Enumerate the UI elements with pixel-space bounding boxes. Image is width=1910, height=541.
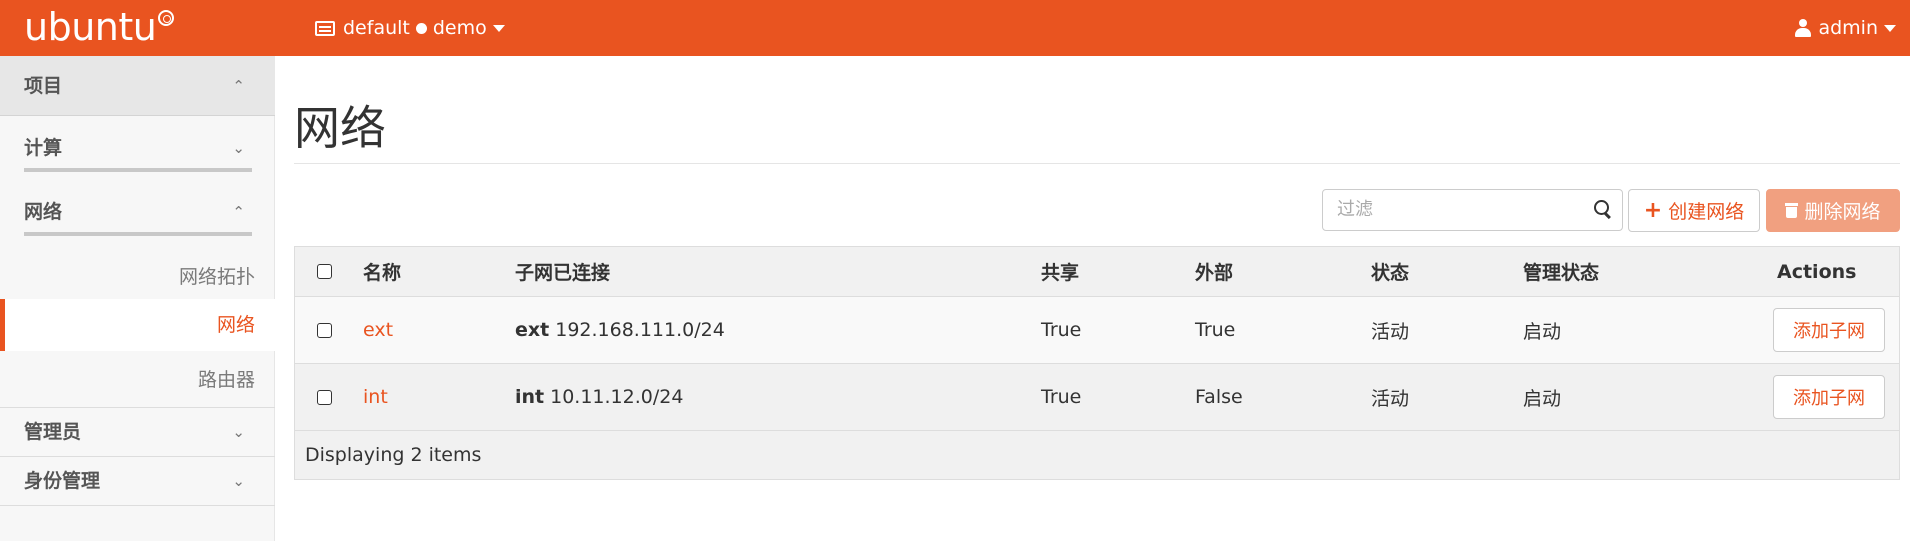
row-select-cell xyxy=(317,364,332,430)
table-header: 名称 子网已连接 共享 外部 状态 管理状态 Actions xyxy=(295,247,1899,297)
page-title: 网络 xyxy=(294,101,386,155)
create-network-button[interactable]: + 创建网络 xyxy=(1628,189,1760,232)
sidebar-panel-project: 项目 ⌃ xyxy=(0,56,275,116)
caret-down-icon xyxy=(1884,24,1896,32)
column-header-subnets[interactable]: 子网已连接 xyxy=(515,247,610,296)
filter-box xyxy=(1322,189,1623,231)
plus-icon: + xyxy=(1643,197,1663,223)
row-checkbox[interactable] xyxy=(317,389,332,405)
shared-cell: True xyxy=(1041,386,1082,408)
column-header-shared[interactable]: 共享 xyxy=(1041,247,1079,296)
column-header-admin-state[interactable]: 管理状态 xyxy=(1523,247,1599,296)
delete-networks-label: 删除网络 xyxy=(1804,201,1881,223)
subnet-cidr: 10.11.12.0/24 xyxy=(550,386,684,408)
sidebar-section-project[interactable]: 项目 ⌃ xyxy=(0,56,275,116)
subnets-cell: ext 192.168.111.0/24 xyxy=(515,297,725,363)
admin-state-cell: 启动 xyxy=(1523,387,1562,410)
chevron-up-icon: ⌃ xyxy=(232,203,245,221)
section-underline xyxy=(24,232,252,236)
select-all-cell xyxy=(317,247,332,296)
table-row: int int 10.11.12.0/24 True False 活动 启动 添… xyxy=(295,364,1899,431)
chevron-up-icon: ⌃ xyxy=(232,77,245,95)
network-name-link[interactable]: int xyxy=(363,364,388,430)
subnet-name: int xyxy=(515,386,545,408)
sidebar: 项目 ⌃ 计算 ⌄ 网络 ⌃ 网络拓扑 网络 路由器 管理员 ⌄ 身份管理 ⌄ xyxy=(0,56,275,541)
create-network-label: 创建网络 xyxy=(1668,201,1745,223)
table-row: ext ext 192.168.111.0/24 True True 活动 启动… xyxy=(295,297,1899,364)
sidebar-item-networks[interactable]: 网络 xyxy=(0,299,275,351)
subnet-name: ext xyxy=(515,319,550,341)
filter-input[interactable] xyxy=(1323,190,1573,228)
networks-table: 名称 子网已连接 共享 外部 状态 管理状态 Actions ext ext 1… xyxy=(294,246,1900,480)
delete-networks-button[interactable]: 删除网络 xyxy=(1766,189,1900,232)
chevron-down-icon: ⌄ xyxy=(232,423,245,441)
circle-of-friends-icon xyxy=(158,10,175,26)
sidebar-item-routers[interactable]: 路由器 xyxy=(0,355,275,405)
sidebar-section-label: 身份管理 xyxy=(24,470,101,492)
chevron-down-icon: ⌄ xyxy=(232,139,245,157)
external-cell: False xyxy=(1195,386,1243,408)
caret-down-icon xyxy=(492,24,505,32)
status-cell: 活动 xyxy=(1371,387,1410,410)
separator-dot-icon xyxy=(415,22,427,34)
sidebar-section-admin[interactable]: 管理员 ⌄ xyxy=(0,408,275,456)
table-footer: Displaying 2 items xyxy=(295,431,1899,479)
row-select-cell xyxy=(317,297,332,363)
add-subnet-button[interactable]: 添加子网 xyxy=(1773,308,1885,352)
sidebar-section-identity[interactable]: 身份管理 ⌄ xyxy=(0,457,275,505)
project-icon xyxy=(315,20,335,36)
brand-text: ubuntu xyxy=(24,5,157,49)
column-header-name[interactable]: 名称 xyxy=(363,247,401,296)
network-name-link[interactable]: ext xyxy=(363,297,393,363)
add-subnet-button[interactable]: 添加子网 xyxy=(1773,375,1885,419)
column-header-status[interactable]: 状态 xyxy=(1371,247,1409,296)
row-checkbox[interactable] xyxy=(317,322,332,338)
chevron-down-icon: ⌄ xyxy=(232,472,245,490)
sidebar-item-network-topology[interactable]: 网络拓扑 xyxy=(0,252,275,302)
project-name: demo xyxy=(432,17,487,39)
project-domain: default xyxy=(343,17,410,39)
subnets-cell: int 10.11.12.0/24 xyxy=(515,364,683,430)
project-switcher[interactable]: default demo xyxy=(315,0,505,56)
sidebar-divider xyxy=(0,505,275,506)
shared-cell: True xyxy=(1041,319,1082,341)
actions-cell: 添加子网 xyxy=(1773,297,1885,363)
sidebar-section-network[interactable]: 网络 ⌃ xyxy=(0,192,275,232)
user-menu[interactable]: admin xyxy=(1795,0,1896,56)
ubuntu-logo[interactable]: ubuntu xyxy=(24,2,175,52)
title-divider xyxy=(294,163,1900,164)
column-header-actions: Actions xyxy=(1777,260,1857,283)
actions-cell: 添加子网 xyxy=(1773,364,1885,430)
column-header-external[interactable]: 外部 xyxy=(1195,247,1233,296)
sidebar-section-compute[interactable]: 计算 ⌄ xyxy=(0,128,275,168)
user-icon xyxy=(1795,19,1812,37)
subnet-cidr: 192.168.111.0/24 xyxy=(555,319,725,341)
external-cell: True xyxy=(1195,319,1236,341)
sidebar-section-label: 计算 xyxy=(24,137,63,159)
top-navbar: ubuntu default demo admin xyxy=(0,0,1910,56)
sidebar-section-label: 项目 xyxy=(24,75,63,97)
user-name: admin xyxy=(1818,17,1878,39)
item-count: Displaying 2 items xyxy=(305,444,482,466)
select-all-checkbox[interactable] xyxy=(317,264,332,279)
sidebar-section-label: 网络 xyxy=(24,201,63,223)
main-content: 网络 + 创建网络 删除网络 名称 子网已连接 共享 外部 状态 管理状态 Ac… xyxy=(276,56,1910,541)
search-icon[interactable] xyxy=(1594,200,1612,218)
status-cell: 活动 xyxy=(1371,320,1410,343)
trash-icon xyxy=(1785,203,1799,218)
sidebar-section-label: 管理员 xyxy=(24,421,82,443)
section-underline xyxy=(24,168,252,172)
admin-state-cell: 启动 xyxy=(1523,320,1562,343)
